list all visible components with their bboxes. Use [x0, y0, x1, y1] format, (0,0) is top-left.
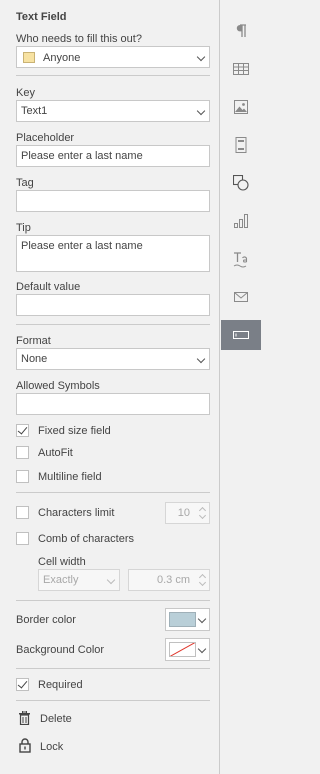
shape-icon	[233, 175, 249, 191]
fixed-size-checkbox[interactable]	[16, 424, 29, 437]
stepper-up-icon[interactable]	[199, 506, 207, 512]
panel-title: Text Field	[16, 11, 67, 23]
key-value: Text1	[21, 105, 48, 117]
lock-label: Lock	[40, 741, 64, 753]
table-icon	[233, 63, 249, 75]
lock-icon	[19, 738, 31, 753]
char-limit-checkbox[interactable]	[16, 506, 29, 519]
paragraph-icon	[236, 24, 246, 37]
mail-merge-settings-button[interactable]	[221, 282, 261, 312]
right-toolbar	[221, 0, 261, 774]
delete-button[interactable]: Delete	[16, 710, 136, 728]
default-value-label: Default value	[16, 281, 81, 293]
stepper-down-icon[interactable]	[199, 514, 207, 520]
format-select[interactable]: None	[16, 348, 210, 370]
char-limit-label: Characters limit	[38, 507, 115, 519]
text-art-settings-button[interactable]	[221, 244, 261, 274]
autofit-label: AutoFit	[38, 447, 73, 459]
background-color-picker[interactable]	[165, 638, 210, 661]
chevron-down-icon	[197, 614, 207, 624]
chevron-down-icon	[196, 52, 206, 62]
chevron-down-icon	[196, 354, 206, 364]
format-value: None	[21, 353, 48, 365]
header-footer-icon	[235, 137, 247, 153]
tip-textarea[interactable]: Please enter a last name	[16, 235, 210, 272]
fixed-size-label: Fixed size field	[38, 425, 111, 437]
allowed-symbols-label: Allowed Symbols	[16, 380, 100, 392]
cell-width-mode-select[interactable]: Exactly	[38, 569, 120, 591]
image-settings-button[interactable]	[221, 92, 261, 122]
header-footer-settings-button[interactable]	[221, 130, 261, 160]
separator	[16, 492, 210, 493]
table-settings-button[interactable]	[221, 54, 261, 84]
text-art-icon	[233, 252, 248, 268]
allowed-symbols-input[interactable]	[16, 393, 210, 415]
form-field-icon	[233, 331, 249, 339]
multiline-label: Multiline field	[38, 471, 102, 483]
delete-label: Delete	[40, 713, 72, 725]
tag-label: Tag	[16, 177, 34, 189]
border-color-picker[interactable]	[165, 608, 210, 631]
tip-label: Tip	[16, 222, 31, 234]
stepper-up-icon[interactable]	[199, 573, 207, 579]
mail-merge-icon	[234, 292, 248, 302]
char-limit-stepper[interactable]: 10	[165, 502, 210, 524]
separator	[16, 600, 210, 601]
chart-icon	[234, 214, 248, 228]
border-color-swatch	[169, 612, 196, 627]
separator	[16, 668, 210, 669]
chevron-down-icon	[106, 575, 116, 585]
placeholder-input[interactable]: Please enter a last name	[16, 145, 210, 167]
chart-settings-button[interactable]	[221, 206, 261, 236]
tag-input[interactable]	[16, 190, 210, 212]
default-value-input[interactable]	[16, 294, 210, 316]
stepper-down-icon[interactable]	[199, 581, 207, 587]
cell-width-stepper[interactable]: 0.3 cm	[128, 569, 210, 591]
field-settings-panel: Text Field Who needs to fill this out? A…	[0, 0, 220, 774]
trash-icon	[19, 711, 30, 725]
separator	[16, 75, 210, 76]
who-fills-label: Who needs to fill this out?	[16, 33, 142, 45]
required-label: Required	[38, 679, 83, 691]
separator	[16, 700, 210, 701]
who-fills-select[interactable]: Anyone	[16, 46, 210, 68]
key-select[interactable]: Text1	[16, 100, 210, 122]
border-color-label: Border color	[16, 614, 76, 626]
chevron-down-icon	[196, 106, 206, 116]
shape-settings-button[interactable]	[221, 168, 261, 198]
required-checkbox[interactable]	[16, 678, 29, 691]
comb-label: Comb of characters	[38, 533, 134, 545]
comb-checkbox[interactable]	[16, 532, 29, 545]
format-label: Format	[16, 335, 51, 347]
cell-width-label: Cell width	[38, 556, 86, 568]
lock-button[interactable]: Lock	[16, 738, 136, 756]
chevron-down-icon	[197, 644, 207, 654]
paragraph-settings-button[interactable]	[221, 16, 261, 46]
image-icon	[234, 100, 248, 114]
who-fills-value: Anyone	[43, 52, 81, 64]
separator	[16, 324, 210, 325]
multiline-checkbox[interactable]	[16, 470, 29, 483]
no-color-swatch	[169, 642, 196, 657]
background-color-label: Background Color	[16, 644, 105, 656]
key-label: Key	[16, 87, 35, 99]
form-settings-button[interactable]	[221, 320, 261, 350]
cell-width-value: 0.3 cm	[156, 574, 190, 586]
autofit-checkbox[interactable]	[16, 446, 29, 459]
char-limit-value: 10	[177, 507, 190, 519]
placeholder-label: Placeholder	[16, 132, 75, 144]
role-color-swatch	[23, 52, 35, 63]
cell-width-mode-value: Exactly	[43, 574, 79, 586]
